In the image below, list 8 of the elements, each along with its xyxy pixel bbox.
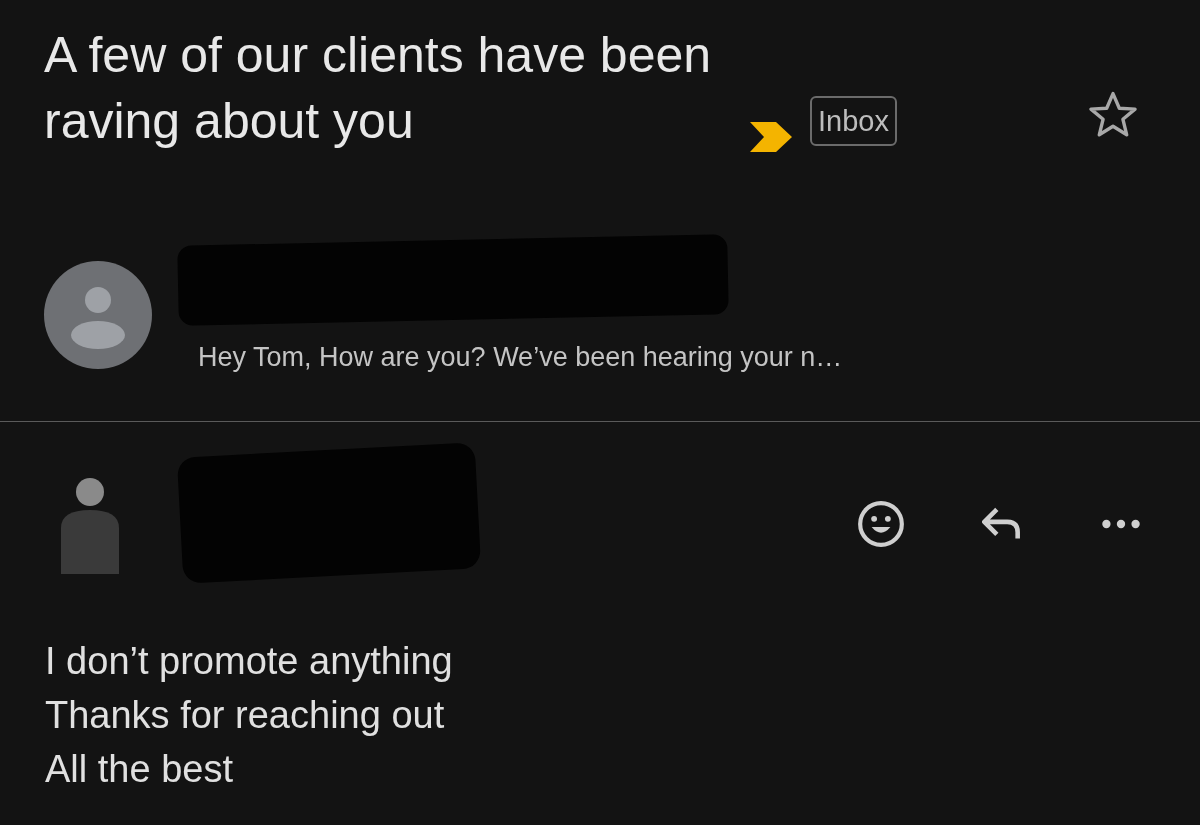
avatar-silhouette-icon bbox=[44, 260, 152, 369]
message-body-line: I don’t promote anything bbox=[45, 639, 454, 684]
email-subject: A few of our clients have been raving about you bbox=[44, 26, 713, 151]
label-chip[interactable]: Inbox bbox=[810, 96, 897, 146]
message-body-line: All the best bbox=[45, 747, 234, 792]
message-snippet[interactable]: Hey Tom, How are you? We’ve been hearing your n… bbox=[198, 342, 843, 373]
message-body-line: Thanks for reaching out bbox=[45, 693, 446, 738]
emoji-icon[interactable] bbox=[856, 499, 906, 549]
